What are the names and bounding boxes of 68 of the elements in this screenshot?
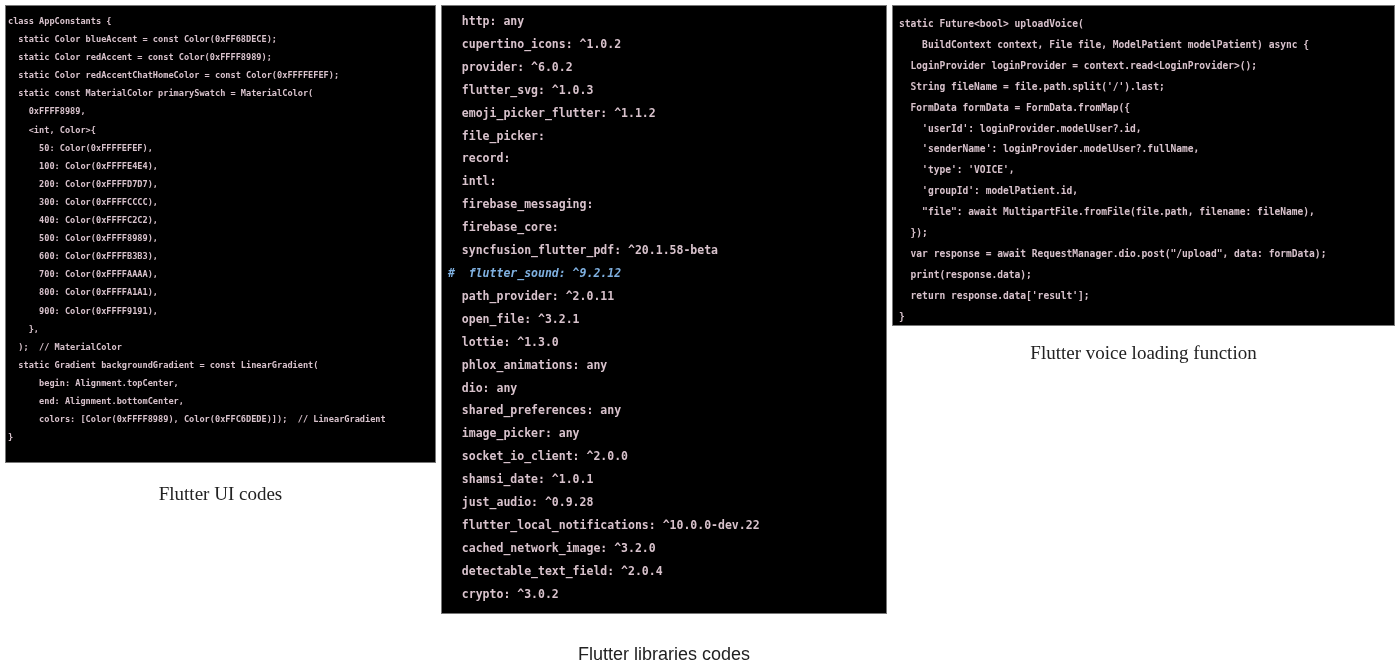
- code-line: 100: Color(0xFFFFE4E4),: [38, 159, 160, 173]
- code-line: lottie: ^1.3.0: [460, 333, 560, 351]
- code-line: 500: Color(0xFFFF8989),: [38, 232, 160, 246]
- code-line: flutter_local_notifications: ^10.0.0-dev.22: [460, 516, 761, 535]
- code-line: begin: Alignment.topCenter,: [38, 376, 180, 390]
- code-line: image_picker: any: [460, 425, 581, 443]
- code-line: cached_network_image: ^3.2.0: [460, 539, 657, 558]
- code-line: static Gradient backgroundGradient = const LinearGradient(: [17, 358, 320, 372]
- code-line: 400: Color(0xFFFFC2C2),: [38, 214, 160, 228]
- code-line: return response.data['result'];: [909, 288, 1091, 303]
- code-line: colors: [Color(0xFFFF8989), Color(0xFFC6DEDE)]); // LinearGradient: [38, 413, 387, 427]
- code-line: 'senderName': loginProvider.modelUser?.fullName,: [921, 142, 1201, 157]
- code-line: "file": await MultipartFile.fromFile(file.path, filename: fileName),: [921, 205, 1316, 220]
- code-line: detectable_text_field: ^2.0.4: [460, 562, 664, 581]
- code-line: crypto: ^3.0.2: [460, 585, 560, 603]
- code-line: file_picker:: [460, 127, 546, 146]
- code-line: }: [899, 309, 906, 324]
- code-line: 0xFFFF8989,: [27, 105, 87, 119]
- code-line: http: any: [460, 13, 526, 30]
- code-line: static Color blueAccent = const Color(0xFF68DECE);: [17, 33, 279, 47]
- code-line: just_audio: ^0.9.28: [460, 494, 595, 512]
- code-line: provider: ^6.0.2: [460, 58, 574, 76]
- figure-caption: Flutter libraries codes: [577, 644, 751, 665]
- code-line: open_file: ^3.2.1: [460, 310, 581, 329]
- code-line: }: [8, 431, 15, 445]
- code-line: BuildContext context, File file, ModelPatient modelPatient) async {: [921, 37, 1311, 52]
- code-comment: # flutter_sound: ^9.2.12: [448, 264, 623, 283]
- figure-caption: Flutter voice loading function: [1030, 342, 1257, 364]
- code-line: static const MaterialColor primarySwatch = MaterialColor(: [17, 87, 315, 101]
- code-line: print(response.data);: [909, 267, 1033, 282]
- code-line: ); // MaterialColor: [17, 340, 123, 354]
- code-line: end: Alignment.bottomCenter,: [38, 394, 185, 408]
- code-line: static Color redAccent = const Color(0xFFFF8989);: [17, 51, 273, 65]
- code-line: cupertino_icons: ^1.0.2: [460, 35, 623, 54]
- code-line: 600: Color(0xFFFFB3B3),: [38, 250, 160, 264]
- code-line: 900: Color(0xFFFF9191),: [38, 304, 160, 318]
- code-line: static Color redAccentChatHomeColor = const Color(0xFFFFEFEF);: [17, 69, 341, 83]
- code-line: <int, Color>{: [27, 123, 97, 137]
- figure-caption: Flutter UI codes: [158, 483, 283, 505]
- code-line: 700: Color(0xFFFFAAAA),: [38, 268, 160, 282]
- code-line: socket_io_client: ^2.0.0: [460, 448, 629, 466]
- code-line: dio: any: [460, 379, 519, 397]
- code-line: static Future<bool> uploadVoice(: [899, 17, 1085, 31]
- code-line: 'userId': loginProvider.modelUser?.id,: [921, 121, 1143, 136]
- code-line: 300: Color(0xFFFFCCCC),: [38, 195, 160, 209]
- code-line: 50: Color(0xFFFFEFEF),: [38, 141, 154, 155]
- code-line: 800: Color(0xFFFFA1A1),: [38, 286, 160, 300]
- code-line: LoginProvider loginProvider = context.read<LoginProvider>();: [909, 58, 1259, 73]
- code-line: flutter_svg: ^1.0.3: [460, 81, 595, 100]
- code-line: 'type': 'VOICE',: [921, 163, 1016, 178]
- code-line: FormData formData = FormData.fromMap({: [909, 100, 1132, 115]
- code-line: class AppConstants {: [8, 15, 113, 28]
- code-line: intl:: [460, 173, 498, 191]
- code-line: syncfusion_flutter_pdf: ^20.1.58-beta: [460, 242, 720, 260]
- code-line: firebase_messaging:: [460, 196, 595, 214]
- code-line: var response = await RequestManager.dio.post("/upload", data: formData);: [909, 246, 1328, 261]
- code-line: shamsi_date: ^1.0.1: [460, 471, 595, 489]
- code-line: 'groupId': modelPatient.id,: [921, 184, 1080, 199]
- code-line: phlox_animations: any: [460, 356, 609, 375]
- code-line: shared_preferences: any: [460, 402, 623, 420]
- code-line: 200: Color(0xFFFFD7D7),: [38, 177, 160, 191]
- code-line: path_provider: ^2.0.11: [460, 287, 616, 306]
- code-line: },: [27, 322, 41, 336]
- code-line: record:: [460, 150, 512, 168]
- code-line: emoji_picker_flutter: ^1.1.2: [460, 104, 657, 123]
- code-line: firebase_core:: [460, 219, 560, 237]
- code-line: });: [909, 226, 929, 241]
- code-line: String fileName = file.path.split('/').last;: [909, 79, 1166, 94]
